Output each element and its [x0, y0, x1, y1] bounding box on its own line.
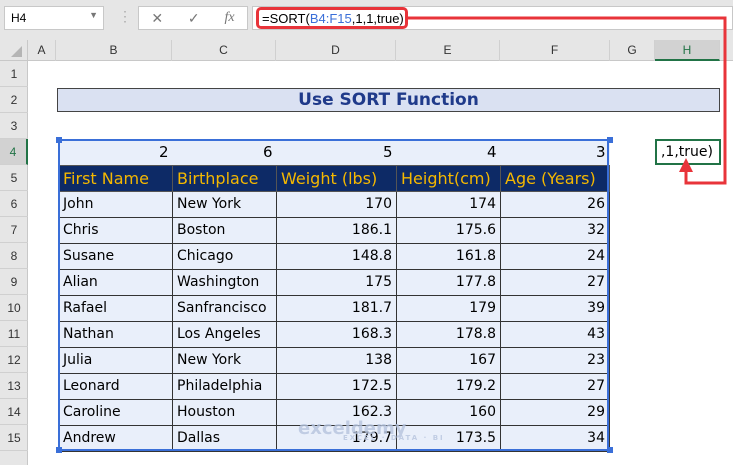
annotation-arrow — [408, 16, 727, 185]
